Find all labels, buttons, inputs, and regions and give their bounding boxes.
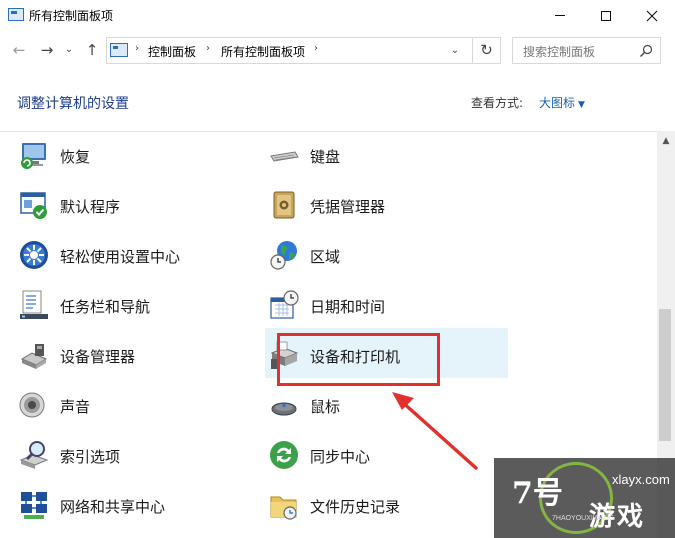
- item-label: 日期和时间: [310, 298, 386, 316]
- highlight-annotation-box: [277, 333, 440, 386]
- default-programs-icon: [20, 192, 47, 219]
- sound-icon: [19, 392, 45, 418]
- item-keyboard[interactable]: 键盘: [265, 134, 508, 174]
- item-device-manager[interactable]: 设备管理器: [15, 334, 255, 374]
- control-panel-icon: [8, 8, 24, 21]
- item-recovery[interactable]: 恢复: [15, 134, 255, 174]
- file-history-icon: [270, 496, 297, 520]
- search-icon[interactable]: [639, 44, 653, 58]
- site-watermark: 7号 xlayx.com 游戏 7HAOYOUXIWANG: [494, 458, 675, 538]
- minimize-button[interactable]: [537, 0, 583, 30]
- forward-button[interactable]: →: [36, 36, 58, 64]
- scroll-thumb[interactable]: [659, 309, 671, 441]
- item-label: 声音: [60, 398, 91, 416]
- ease-of-access-icon: [20, 241, 48, 269]
- watermark-pinyin: 7HAOYOUXIWANG: [552, 515, 615, 522]
- refresh-button[interactable]: ↻: [472, 38, 500, 63]
- maximize-button[interactable]: [583, 0, 629, 30]
- credential-manager-icon: [273, 191, 295, 219]
- watermark-number: 7号: [512, 476, 563, 511]
- item-default-programs[interactable]: 默认程序: [15, 184, 255, 224]
- item-label: 凭据管理器: [310, 198, 386, 216]
- address-bar[interactable]: › 控制面板 › 所有控制面板项 › ⌄ ↻: [106, 37, 501, 64]
- item-label: 索引选项: [60, 448, 121, 466]
- minimize-icon: [555, 15, 565, 16]
- breadcrumb-separator[interactable]: ›: [135, 43, 139, 54]
- item-label: 键盘: [310, 148, 341, 166]
- back-button[interactable]: ←: [8, 36, 30, 64]
- item-region[interactable]: 区域: [265, 234, 508, 274]
- item-indexing-options[interactable]: 索引选项: [15, 434, 255, 474]
- item-label: 鼠标: [310, 398, 341, 416]
- search-placeholder: 搜索控制面板: [523, 45, 596, 59]
- taskbar-icon: [20, 290, 48, 319]
- recovery-icon: [21, 143, 46, 169]
- address-dropdown-button[interactable]: ⌄: [444, 40, 466, 61]
- control-panel-icon: [110, 43, 128, 57]
- window-title: 所有控制面板项: [29, 9, 114, 23]
- date-time-icon: [270, 290, 299, 319]
- view-by-label: 查看方式:: [471, 96, 524, 110]
- item-label: 网络和共享中心: [60, 498, 166, 516]
- region-icon: [270, 241, 297, 270]
- indexing-icon: [19, 441, 49, 469]
- watermark-domain: xlayx.com: [612, 472, 670, 487]
- item-sound[interactable]: 声音: [15, 384, 255, 424]
- item-taskbar-navigation[interactable]: 任务栏和导航: [15, 284, 255, 324]
- item-label: 任务栏和导航: [60, 298, 151, 316]
- search-input[interactable]: 搜索控制面板: [512, 37, 661, 64]
- page-title: 调整计算机的设置: [17, 96, 129, 112]
- breadcrumb-separator[interactable]: ›: [206, 43, 210, 54]
- sync-center-icon: [270, 441, 298, 469]
- recent-locations-button[interactable]: ⌄: [62, 36, 76, 64]
- item-ease-of-access[interactable]: 轻松使用设置中心: [15, 234, 255, 274]
- item-network-sharing[interactable]: 网络和共享中心: [15, 484, 255, 524]
- item-file-history[interactable]: 文件历史记录: [265, 484, 508, 524]
- breadcrumb-separator[interactable]: ›: [314, 43, 318, 54]
- item-label: 文件历史记录: [310, 498, 401, 516]
- item-label: 恢复: [60, 148, 91, 166]
- scroll-up-button[interactable]: ▲: [657, 133, 675, 149]
- view-by-value: 大图标: [539, 96, 576, 110]
- view-by-dropdown[interactable]: 大图标 ▼: [539, 94, 585, 111]
- breadcrumb-all-items[interactable]: 所有控制面板项: [221, 43, 305, 60]
- annotation-arrow: [392, 392, 478, 470]
- breadcrumb-control-panel[interactable]: 控制面板: [148, 43, 196, 60]
- item-credential-manager[interactable]: 凭据管理器: [265, 184, 508, 224]
- up-button[interactable]: ↑: [82, 36, 102, 64]
- item-date-time[interactable]: 日期和时间: [265, 284, 508, 324]
- title-bar: 所有控制面板项: [0, 0, 675, 30]
- device-manager-icon: [20, 344, 48, 369]
- item-label: 轻松使用设置中心: [60, 248, 181, 266]
- item-label: 同步中心: [310, 448, 371, 466]
- navigation-bar: ← → ⌄ ↑ › 控制面板 › 所有控制面板项 › ⌄ ↻ 搜索控制面板: [0, 36, 675, 66]
- mouse-icon: [271, 402, 297, 416]
- item-label: 设备管理器: [60, 348, 136, 366]
- item-label: 区域: [310, 248, 341, 266]
- network-icon: [21, 492, 47, 519]
- maximize-icon: [601, 10, 611, 21]
- item-label: 默认程序: [60, 198, 121, 216]
- close-icon: [646, 10, 658, 21]
- caret-down-icon: ▼: [578, 100, 585, 110]
- close-button[interactable]: [629, 0, 675, 30]
- keyboard-icon: [270, 151, 299, 162]
